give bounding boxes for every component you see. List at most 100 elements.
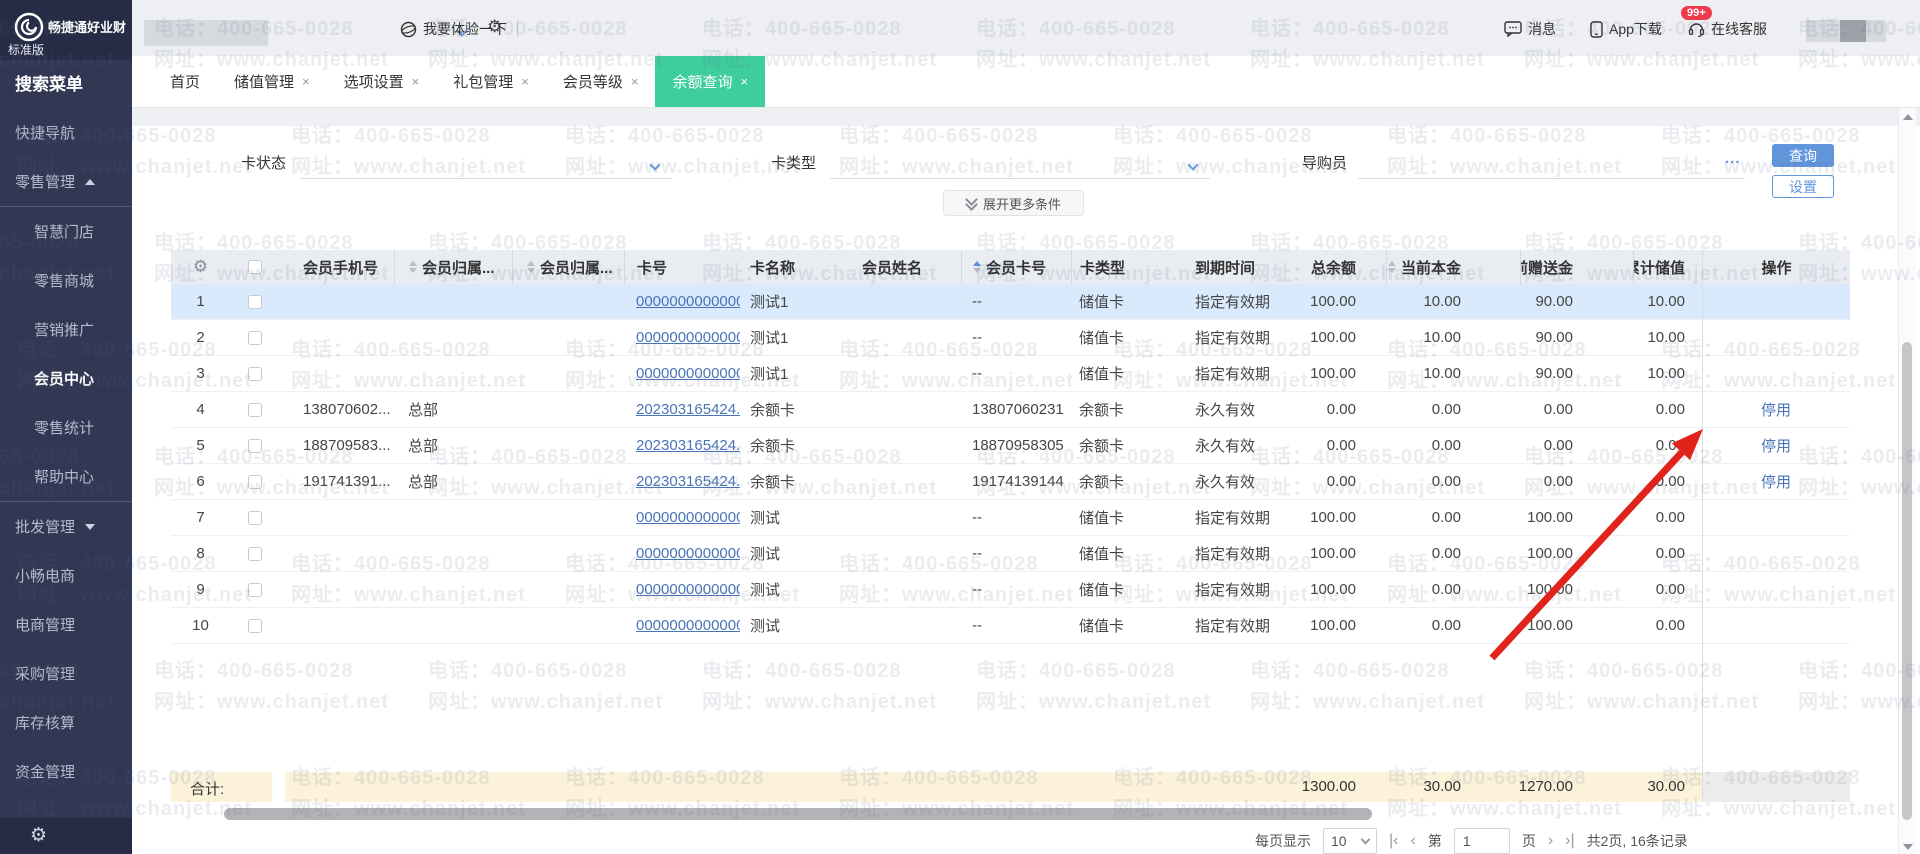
card-number-link[interactable]: 0000000000000 — [636, 329, 740, 346]
online-support-button[interactable]: 在线客服 — [1688, 19, 1767, 39]
sidebar-item-10[interactable]: 小畅电商 — [0, 551, 132, 600]
settings-button[interactable]: 设置 — [1772, 175, 1834, 198]
tab-3[interactable]: 选项设置× — [327, 56, 437, 107]
row-checkbox[interactable] — [248, 331, 262, 345]
table-row-8[interactable]: 80000000000000测试--储值卡指定有效期100.000.00100.… — [171, 536, 1850, 572]
row-checkbox[interactable] — [248, 439, 262, 453]
expand-more-conditions-button[interactable]: 展开更多条件 — [943, 190, 1084, 216]
table-row-9[interactable]: 90000000000000测试--储值卡指定有效期100.000.00100.… — [171, 572, 1850, 608]
table-row-2[interactable]: 20000000000000测试1--储值卡指定有效期100.0010.0090… — [171, 320, 1850, 356]
card-number-link[interactable]: 0000000000000 — [636, 509, 740, 526]
card-number-link[interactable]: 0000000000000 — [636, 581, 740, 598]
per-page-select[interactable]: 10 — [1323, 828, 1377, 854]
row-checkbox[interactable] — [248, 619, 262, 633]
tab-close-icon[interactable]: × — [412, 74, 420, 89]
cell-check — [230, 392, 280, 427]
tab-1[interactable]: 首页 — [153, 56, 217, 107]
table-settings-gear-icon[interactable]: ⚙ — [193, 257, 208, 277]
tab-6[interactable]: 余额查询× — [655, 56, 765, 107]
card-number-link[interactable]: 202303165424. — [636, 473, 740, 490]
card-status-chevron-icon[interactable] — [651, 156, 659, 174]
scroll-down-arrow-icon[interactable] — [1903, 844, 1913, 850]
query-button[interactable]: 查询 — [1772, 144, 1834, 167]
tab-close-icon[interactable]: × — [521, 74, 529, 89]
guide-label: 导购员 — [1302, 152, 1347, 173]
cell-org2 — [512, 608, 624, 643]
card-type-chevron-icon[interactable] — [1189, 156, 1197, 174]
row-checkbox[interactable] — [248, 295, 262, 309]
cell-value-card_name: 测试 — [750, 579, 780, 600]
tab-close-icon[interactable]: × — [302, 74, 310, 89]
sidebar-settings-gear-icon[interactable]: ⚙ — [30, 824, 47, 847]
cell-card_name: 测试 — [740, 500, 852, 535]
table-row-4[interactable]: 4138070602...总部202303165424.余额卡138070602… — [171, 392, 1850, 428]
disable-card-link[interactable]: 停用 — [1761, 435, 1791, 456]
vertical-scrollbar[interactable] — [1898, 108, 1916, 854]
select-all-checkbox[interactable] — [248, 260, 262, 274]
tab-5[interactable]: 会员等级× — [546, 56, 656, 107]
card-number-link[interactable]: 0000000000000 — [636, 293, 740, 310]
card-number-link[interactable]: 0000000000000 — [636, 617, 740, 634]
row-checkbox[interactable] — [248, 367, 262, 381]
disable-card-link[interactable]: 停用 — [1761, 471, 1791, 492]
card-type-input[interactable] — [830, 178, 1210, 179]
cell-gift: 0.00 — [1520, 392, 1633, 427]
sidebar-item-search-menu[interactable]: 搜索菜单 — [0, 62, 132, 108]
sidebar-item-6[interactable]: 会员中心 — [0, 354, 132, 403]
row-checkbox[interactable] — [248, 403, 262, 417]
row-checkbox[interactable] — [248, 547, 262, 561]
sort-icon[interactable] — [527, 261, 535, 273]
sidebar-item-4[interactable]: 零售商城 — [0, 256, 132, 305]
sidebar-item-3[interactable]: 智慧门店 — [0, 207, 132, 256]
prev-page-button[interactable]: ‹ — [1410, 832, 1415, 850]
sidebar-item-13[interactable]: 库存核算 — [0, 698, 132, 747]
more-filters-ellipsis[interactable]: ... — [1725, 150, 1741, 167]
sidebar-item-11[interactable]: 电商管理 — [0, 600, 132, 649]
row-checkbox[interactable] — [248, 475, 262, 489]
card-number-link[interactable]: 0000000000000 — [636, 545, 740, 562]
sidebar-item-9[interactable]: 批发管理 — [0, 502, 132, 551]
table-row-3[interactable]: 30000000000000测试1--储值卡指定有效期100.0010.0090… — [171, 356, 1850, 392]
sidebar-item-12[interactable]: 采购管理 — [0, 649, 132, 698]
sidebar-item-14[interactable]: 资金管理 — [0, 747, 132, 796]
table-row-10[interactable]: 100000000000000测试--储值卡指定有效期100.000.00100… — [171, 608, 1850, 644]
table-row-5[interactable]: 5188709583...总部202303165424.余额卡188709583… — [171, 428, 1850, 464]
cell-value-principal: 0.00 — [1432, 509, 1461, 526]
row-checkbox[interactable] — [248, 583, 262, 597]
app-download-button[interactable]: App下载 — [1590, 19, 1662, 39]
sidebar-item-1[interactable]: 快捷导航 — [0, 108, 132, 157]
sort-icon[interactable] — [409, 261, 417, 273]
scroll-up-arrow-icon[interactable] — [1903, 114, 1913, 120]
next-page-button[interactable]: › — [1548, 832, 1553, 850]
cell-gift: 100.00 — [1520, 500, 1633, 535]
tab-2[interactable]: 储值管理× — [217, 56, 327, 107]
card-number-link[interactable]: 202303165424. — [636, 437, 740, 454]
table-row-7[interactable]: 70000000000000测试--储值卡指定有效期100.000.00100.… — [171, 500, 1850, 536]
disable-card-link[interactable]: 停用 — [1761, 399, 1791, 420]
horizontal-scrollbar[interactable] — [224, 808, 1372, 820]
tab-close-icon[interactable]: × — [740, 74, 748, 89]
experience-button[interactable]: 我要体验一下 — [400, 19, 507, 39]
card-number-link[interactable]: 0000000000000 — [636, 365, 740, 382]
sidebar-item-2[interactable]: 零售管理 — [0, 157, 132, 206]
online-support-label: 在线客服 — [1711, 19, 1767, 39]
tab-4[interactable]: 礼包管理× — [436, 56, 546, 107]
sidebar-item-5[interactable]: 营销推广 — [0, 305, 132, 354]
messages-button[interactable]: 消息 — [1504, 19, 1556, 39]
last-page-button[interactable]: ›| — [1565, 832, 1574, 850]
guide-input[interactable] — [1358, 178, 1745, 179]
page-number-input[interactable]: 1 — [1454, 828, 1510, 854]
tab-close-icon[interactable]: × — [631, 74, 639, 89]
card-status-input[interactable] — [300, 178, 672, 179]
sort-icon[interactable] — [1388, 261, 1396, 273]
table-row-6[interactable]: 6191741391...总部202303165424.余额卡191741391… — [171, 464, 1850, 500]
cell-accumulated: 0.00 — [1633, 608, 1702, 643]
table-row-1[interactable]: 10000000000000测试1--储值卡指定有效期100.0010.0090… — [171, 284, 1850, 320]
vertical-scrollbar-thumb[interactable] — [1902, 342, 1912, 820]
row-checkbox[interactable] — [248, 511, 262, 525]
card-number-link[interactable]: 202303165424. — [636, 401, 740, 418]
sidebar-item-7[interactable]: 零售统计 — [0, 403, 132, 452]
sidebar-item-8[interactable]: 帮助中心 — [0, 452, 132, 501]
first-page-button[interactable]: |‹ — [1389, 832, 1398, 850]
sort-icon[interactable] — [973, 261, 981, 273]
